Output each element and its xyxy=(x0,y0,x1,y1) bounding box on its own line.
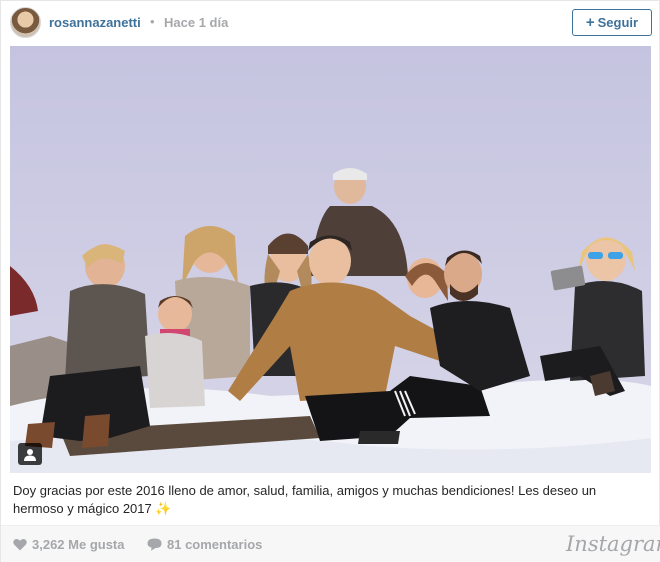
post-header: rosannazanetti • Hace 1 día + Seguir xyxy=(1,1,660,45)
instagram-embed: rosannazanetti • Hace 1 día + Seguir Doy… xyxy=(0,0,660,562)
comments-label: 81 comentarios xyxy=(167,537,263,552)
plus-icon: + xyxy=(585,14,595,31)
person-icon xyxy=(24,448,36,461)
avatar[interactable] xyxy=(10,7,41,38)
post-photo[interactable] xyxy=(10,46,651,473)
user-tag-button[interactable] xyxy=(18,443,42,465)
follow-button[interactable]: + Seguir xyxy=(572,9,652,36)
post-footer: 3,262 Me gusta 81 comentarios Instagram xyxy=(1,525,660,562)
follow-label: Seguir xyxy=(597,15,639,30)
username-link[interactable]: rosannazanetti xyxy=(49,15,141,30)
instagram-logo[interactable]: Instagram xyxy=(566,532,660,556)
comments-count[interactable]: 81 comentarios xyxy=(147,537,262,552)
heart-icon xyxy=(13,538,27,551)
post-caption: Doy gracias por este 2016 lleno de amor,… xyxy=(13,483,597,516)
separator-dot: • xyxy=(150,14,155,29)
post-timestamp[interactable]: Hace 1 día xyxy=(164,15,228,30)
likes-label: 3,262 Me gusta xyxy=(32,537,125,552)
comment-icon xyxy=(147,538,162,551)
likes-count[interactable]: 3,262 Me gusta xyxy=(13,537,125,552)
